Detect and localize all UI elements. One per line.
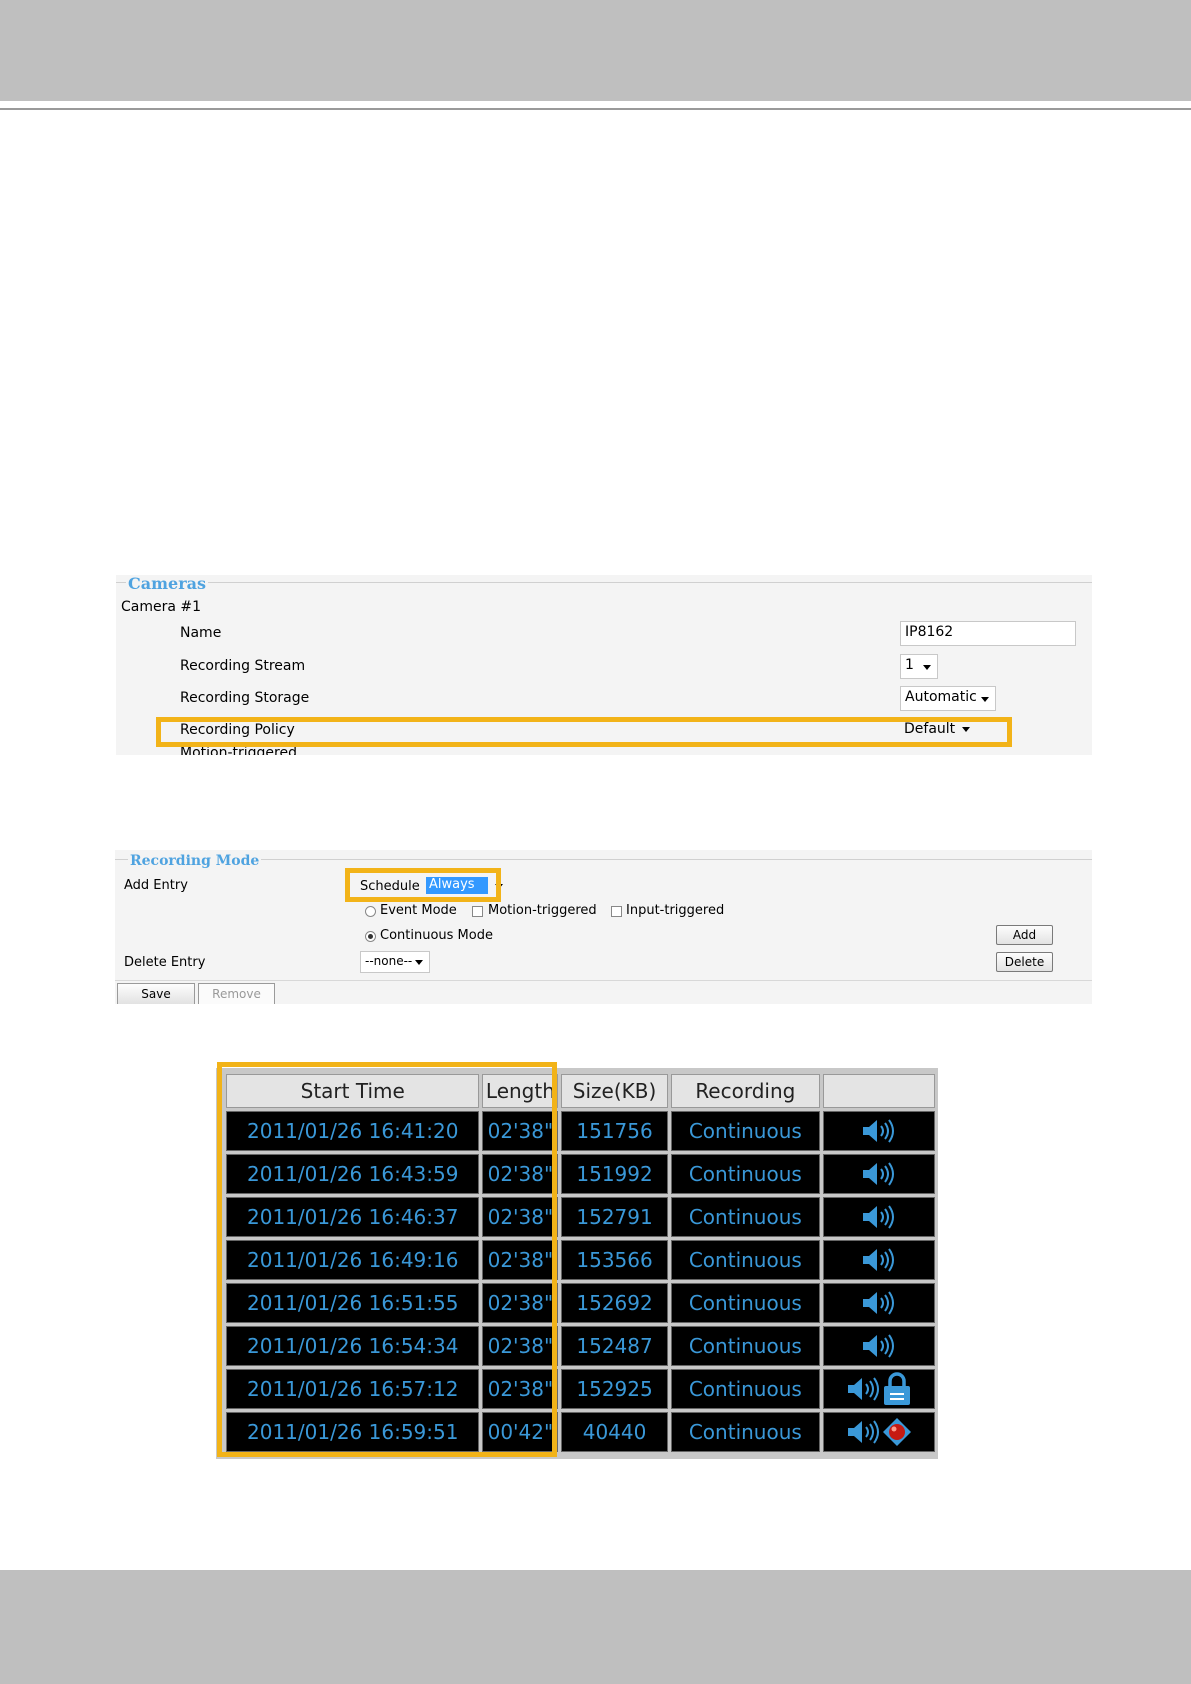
recording-type-cell: Continuous bbox=[670, 1412, 820, 1452]
speaker-icon[interactable] bbox=[861, 1118, 897, 1143]
chevron-down-icon bbox=[923, 665, 931, 670]
cameras-panel: Cameras Camera #1 Name IP8162 Recording … bbox=[116, 575, 1092, 755]
event-mode-label: Event Mode bbox=[380, 903, 457, 918]
delete-entry-select[interactable]: --none-- bbox=[360, 951, 430, 973]
recording-type-cell: Continuous bbox=[670, 1197, 820, 1237]
save-tab[interactable]: Save bbox=[117, 983, 195, 1004]
size-cell: 152925 bbox=[561, 1369, 668, 1409]
remove-tab[interactable]: Remove bbox=[198, 983, 275, 1004]
recording-storage-value: Automatic bbox=[905, 689, 977, 705]
recording-type-cell: Continuous bbox=[670, 1369, 820, 1409]
recording-type-cell: Continuous bbox=[670, 1283, 820, 1323]
recording-stream-select[interactable]: 1 bbox=[900, 654, 938, 679]
speaker-icon[interactable] bbox=[861, 1161, 897, 1186]
header-icons bbox=[822, 1074, 935, 1108]
speaker-icon[interactable] bbox=[861, 1204, 897, 1229]
icons-cell bbox=[822, 1197, 935, 1237]
header-recording[interactable]: Recording bbox=[670, 1074, 820, 1108]
recording-dot-icon[interactable] bbox=[882, 1418, 912, 1446]
name-input-value: IP8162 bbox=[905, 624, 954, 640]
icons-cell bbox=[822, 1283, 935, 1323]
delete-button[interactable]: Delete bbox=[996, 952, 1053, 972]
lock-icon[interactable] bbox=[882, 1372, 912, 1405]
add-button[interactable]: Add bbox=[996, 925, 1053, 945]
continuous-mode-label: Continuous Mode bbox=[380, 928, 493, 943]
name-input[interactable]: IP8162 bbox=[900, 621, 1076, 646]
speaker-icon[interactable] bbox=[846, 1419, 882, 1444]
camera-title: Camera #1 bbox=[121, 599, 202, 615]
header-size[interactable]: Size(KB) bbox=[561, 1074, 668, 1108]
page-footer-band bbox=[0, 1570, 1191, 1684]
chevron-down-icon bbox=[415, 960, 423, 965]
cameras-legend: Cameras bbox=[126, 575, 209, 593]
chevron-down-icon bbox=[981, 697, 989, 702]
panel-frame-line bbox=[116, 582, 1092, 583]
recording-stream-value: 1 bbox=[905, 657, 914, 673]
recording-mode-legend: Recording Mode bbox=[128, 853, 262, 869]
add-entry-label: Add Entry bbox=[124, 878, 188, 893]
motion-triggered-checkbox[interactable] bbox=[472, 906, 483, 917]
recording-storage-label: Recording Storage bbox=[180, 690, 310, 706]
icons-cell bbox=[822, 1154, 935, 1194]
header-rule bbox=[0, 108, 1191, 110]
continuous-mode-radio[interactable] bbox=[365, 931, 376, 942]
speaker-icon[interactable] bbox=[861, 1333, 897, 1358]
size-cell: 151992 bbox=[561, 1154, 668, 1194]
recording-type-cell: Continuous bbox=[670, 1154, 820, 1194]
recording-stream-label: Recording Stream bbox=[180, 658, 306, 674]
icons-cell bbox=[822, 1369, 935, 1409]
recording-type-cell: Continuous bbox=[670, 1111, 820, 1151]
page-header-band bbox=[0, 0, 1191, 101]
size-cell: 152791 bbox=[561, 1197, 668, 1237]
delete-entry-label: Delete Entry bbox=[124, 955, 206, 970]
size-cell: 153566 bbox=[561, 1240, 668, 1280]
size-cell: 151756 bbox=[561, 1111, 668, 1151]
motion-triggered-label: Motion-triggered bbox=[488, 903, 597, 918]
recording-storage-select[interactable]: Automatic bbox=[900, 686, 996, 711]
speaker-icon[interactable] bbox=[861, 1290, 897, 1315]
icons-cell bbox=[822, 1412, 935, 1452]
start-time-length-highlight bbox=[217, 1062, 557, 1457]
recording-type-cell: Continuous bbox=[670, 1326, 820, 1366]
size-cell: 152487 bbox=[561, 1326, 668, 1366]
speaker-icon[interactable] bbox=[861, 1247, 897, 1272]
size-cell: 152692 bbox=[561, 1283, 668, 1323]
delete-entry-value: --none-- bbox=[365, 954, 413, 968]
tab-separator bbox=[115, 980, 1092, 981]
speaker-icon[interactable] bbox=[846, 1376, 882, 1401]
recording-policy-highlight bbox=[156, 717, 1012, 747]
input-triggered-label: Input-triggered bbox=[626, 903, 725, 918]
icons-cell bbox=[822, 1111, 935, 1151]
header-spacer bbox=[0, 101, 1191, 107]
schedule-highlight bbox=[345, 868, 501, 902]
recording-mode-panel: Recording Mode Add Entry Schedule Always… bbox=[115, 850, 1092, 1004]
size-cell: 40440 bbox=[561, 1412, 668, 1452]
icons-cell bbox=[822, 1240, 935, 1280]
name-label: Name bbox=[180, 625, 222, 641]
icons-cell bbox=[822, 1326, 935, 1366]
event-mode-radio[interactable] bbox=[365, 906, 376, 917]
input-triggered-checkbox[interactable] bbox=[611, 906, 622, 917]
recording-type-cell: Continuous bbox=[670, 1240, 820, 1280]
panel-frame-line bbox=[115, 859, 1092, 860]
